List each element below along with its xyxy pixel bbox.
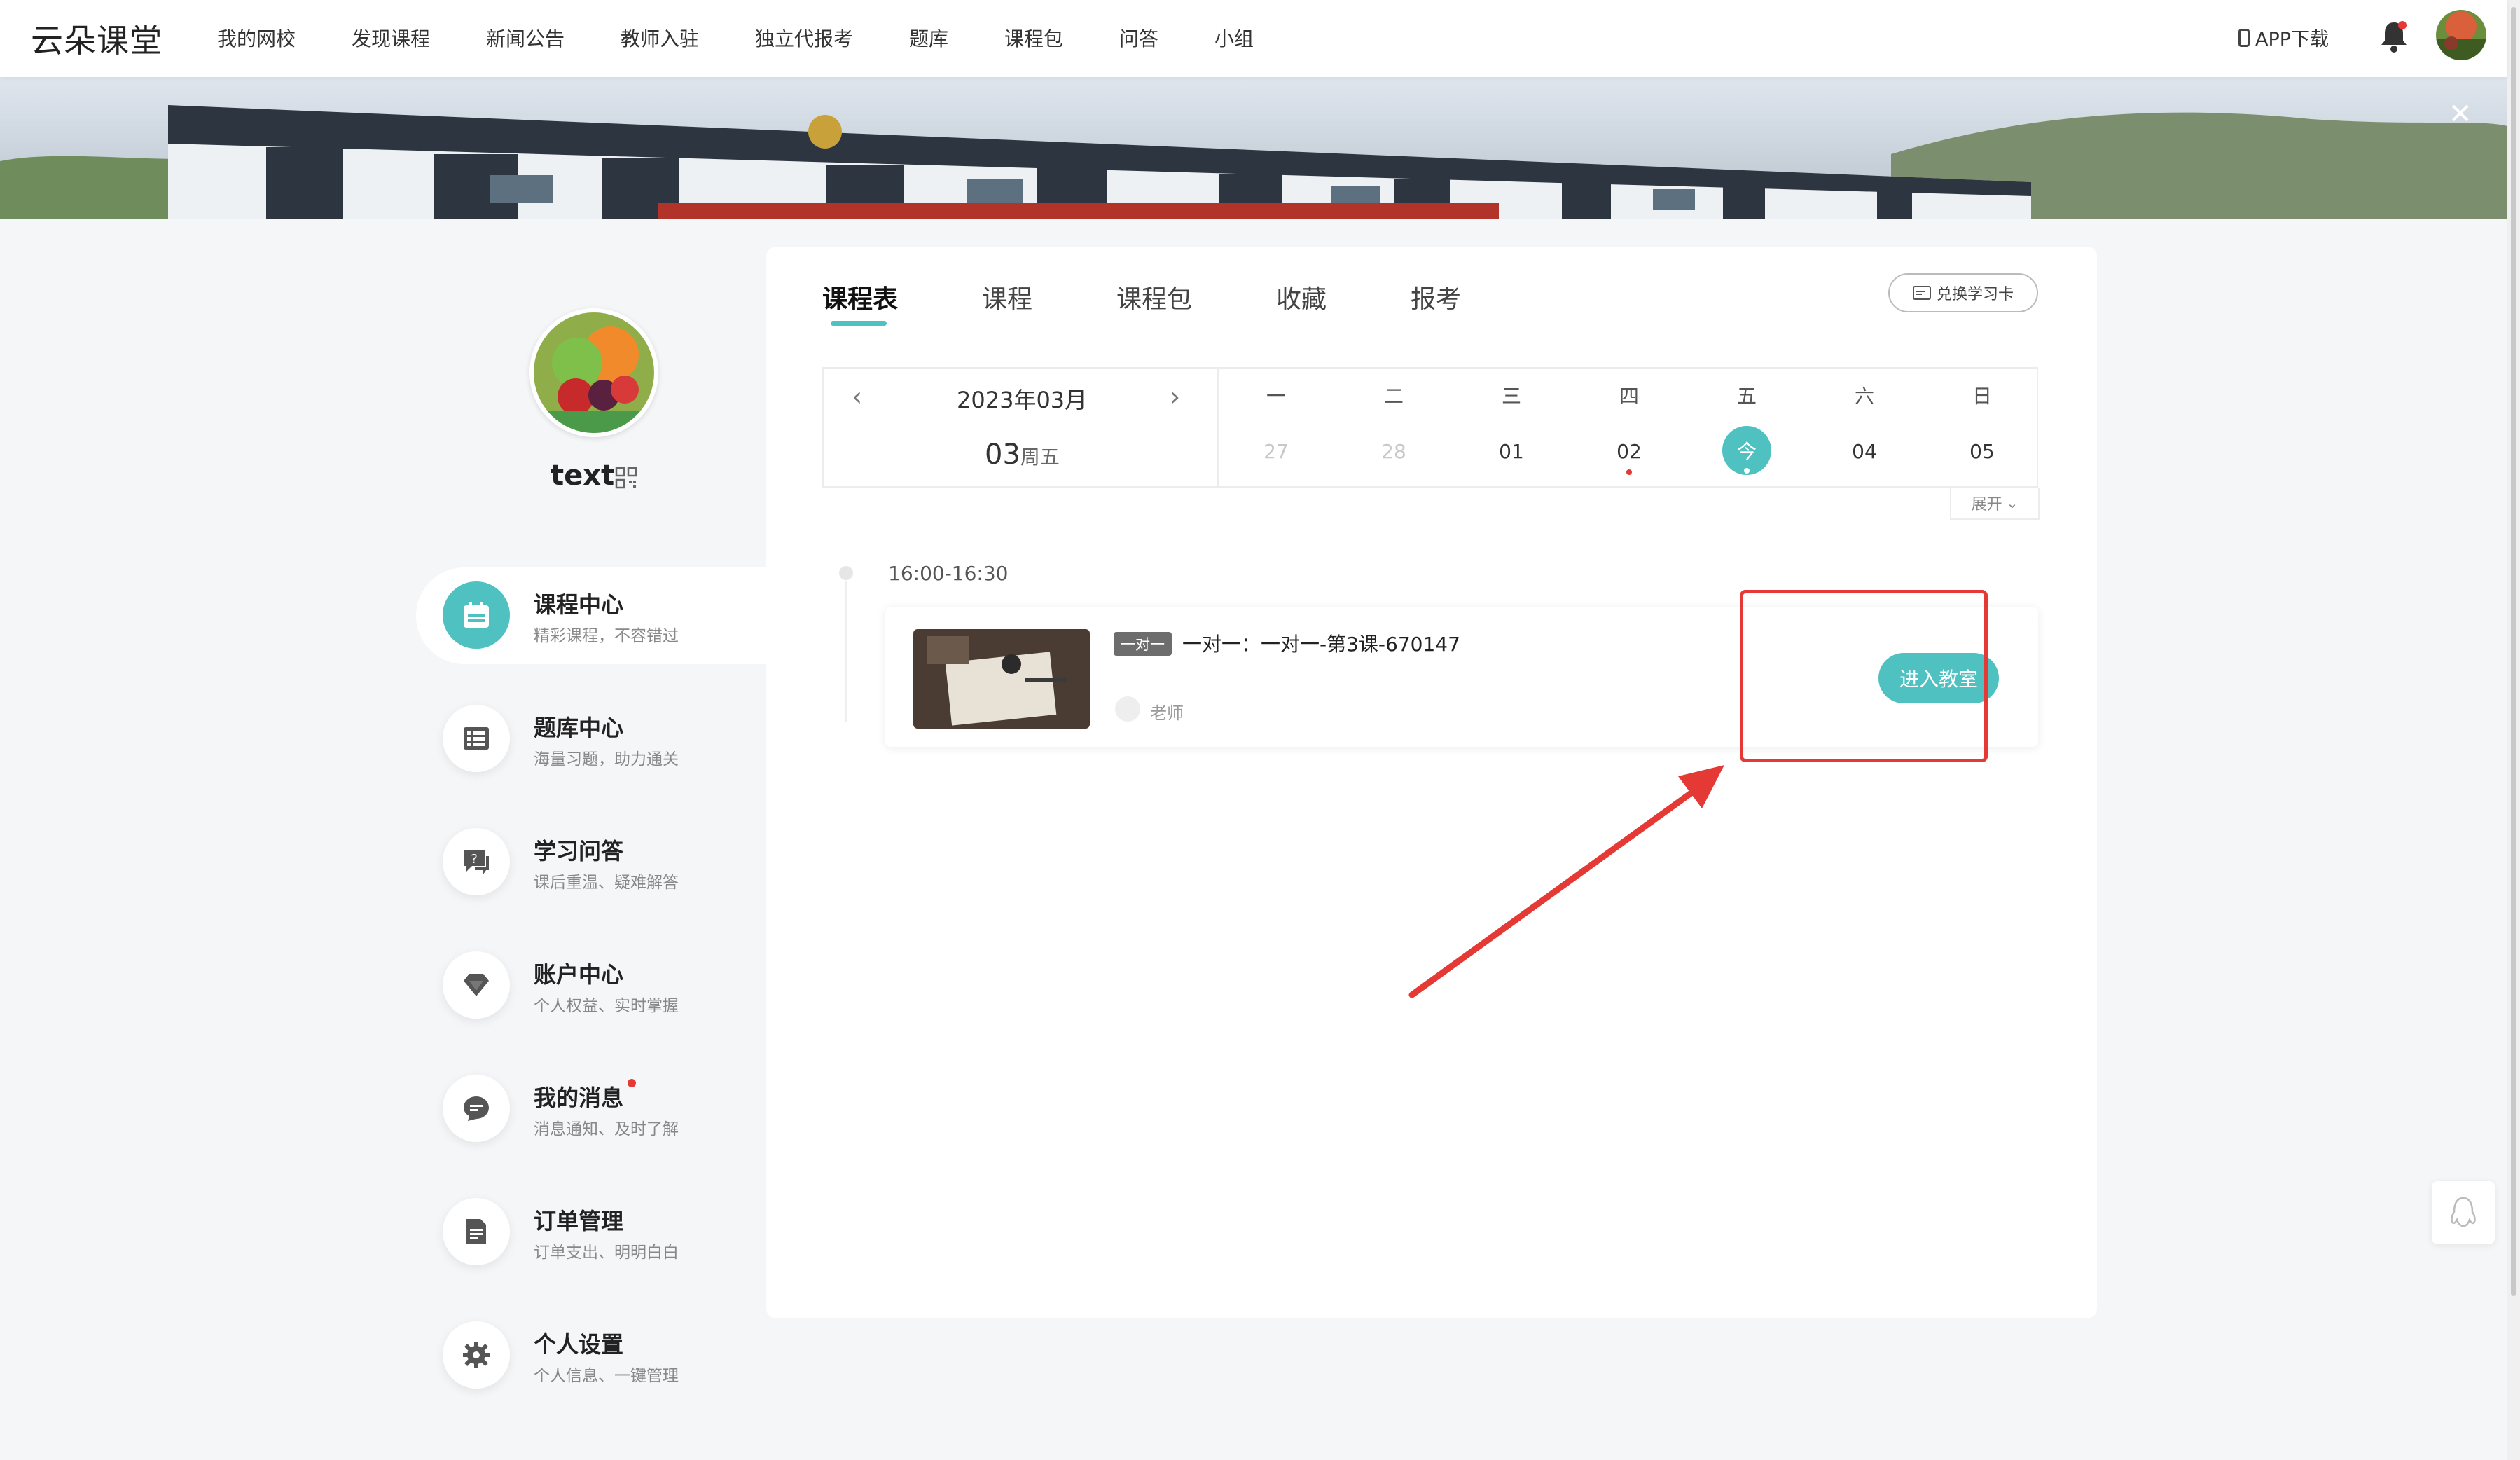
document-icon [443, 1198, 510, 1265]
diamond-icon [443, 951, 510, 1019]
top-nav: 云朵课堂 我的网校 发现课程 新闻公告 教师入驻 独立代报考 题库 课程包 问答… [0, 0, 2507, 77]
qr-code-icon[interactable] [615, 467, 637, 489]
sidebar-item-subtitle: 个人权益、实时掌握 [534, 997, 679, 1015]
calendar-date[interactable]: 27 [1241, 440, 1311, 463]
calendar-month-panel: ‹ 2023年03月 › 03周五 [824, 369, 1219, 486]
sidebar-item-subtitle: 消息通知、及时了解 [534, 1120, 679, 1138]
sidebar-item-personal-settings[interactable]: 个人设置 个人信息、一键管理 [416, 1307, 766, 1404]
expand-label: 展开 [1971, 496, 2002, 514]
user-avatar[interactable] [2436, 10, 2486, 60]
nav-link-discover-courses[interactable]: 发现课程 [352, 24, 430, 52]
active-tab-indicator [831, 321, 887, 326]
teacher-name: 老师 [1150, 703, 1184, 723]
tab-schedule[interactable]: 课程表 [822, 279, 898, 315]
main-panel: 课程表 课程 课程包 收藏 报考 兑换学习卡 ‹ 2023年03月 › 03周五… [766, 247, 2097, 1318]
lesson-title: 一对一：一对一-第3课-670147 [1182, 633, 1460, 656]
list-icon [443, 705, 510, 772]
weekday-label: 六 [1854, 385, 1874, 408]
sidebar-item-learning-qa[interactable]: ? 学习问答 课后重温、疑难解答 [416, 814, 766, 911]
weekday-label: 三 [1501, 385, 1521, 408]
tab-course-packages[interactable]: 课程包 [1116, 279, 1192, 315]
chevron-left-icon[interactable]: ‹ [852, 381, 862, 412]
profile-name: text [551, 460, 615, 492]
calendar-date[interactable]: 28 [1359, 440, 1429, 463]
teacher-avatar [1115, 696, 1140, 722]
sidebar-item-subtitle: 课后重温、疑难解答 [534, 874, 679, 892]
sidebar-item-course-center[interactable]: 课程中心 精彩课程，不容错过 [416, 567, 766, 664]
nav-link-my-school[interactable]: 我的网校 [217, 24, 296, 52]
calendar-date[interactable]: 02 [1594, 440, 1664, 463]
timeline-line [845, 581, 847, 722]
sidebar-item-title: 个人设置 [534, 1331, 624, 1358]
sidebar-item-subtitle: 精彩课程，不容错过 [534, 627, 679, 645]
redeem-card-button[interactable]: 兑换学习卡 [1888, 273, 2038, 312]
penguin-icon [2451, 1197, 2476, 1227]
nav-link-news[interactable]: 新闻公告 [486, 24, 565, 52]
lesson-time: 16:00-16:30 [888, 562, 1009, 585]
selected-date: 03周五 [985, 439, 1060, 471]
unread-dot [628, 1079, 636, 1087]
calendar-date[interactable]: 01 [1476, 440, 1546, 463]
nav-link-course-package[interactable]: 课程包 [1004, 24, 1063, 52]
lesson-type-badge: 一对一 [1114, 632, 1172, 656]
event-dot [1626, 469, 1632, 475]
expand-calendar-button[interactable]: 展开 ⌄ [1950, 488, 2040, 520]
chevron-right-icon[interactable]: › [1170, 381, 1180, 412]
sidebar-item-title: 课程中心 [534, 591, 624, 618]
app-download-link[interactable]: APP下载 [2238, 24, 2329, 51]
tab-favorites[interactable]: 收藏 [1276, 279, 1327, 315]
weekday-label: 五 [1736, 385, 1757, 408]
chevron-down-icon: ⌄ [2006, 495, 2019, 511]
calendar-icon [443, 581, 510, 649]
nav-link-groups[interactable]: 小组 [1214, 24, 1254, 52]
calendar-date[interactable]: 05 [1947, 440, 2017, 463]
profile-avatar[interactable] [529, 308, 658, 437]
redeem-card-label: 兑换学习卡 [1936, 286, 2014, 303]
message-icon [443, 1075, 510, 1142]
scrollbar-thumb[interactable] [2511, 7, 2516, 1296]
tab-courses[interactable]: 课程 [982, 279, 1032, 315]
nav-link-teacher-join[interactable]: 教师入驻 [621, 24, 699, 52]
gear-icon [443, 1321, 510, 1389]
timeline-dot [839, 566, 853, 580]
sidebar-item-subtitle: 个人信息、一键管理 [534, 1367, 679, 1385]
nav-link-qa[interactable]: 问答 [1119, 24, 1158, 52]
annotation-highlight-box [1740, 590, 1988, 762]
sidebar-item-account-center[interactable]: 账户中心 个人权益、实时掌握 [416, 937, 766, 1034]
bell-icon[interactable] [2379, 18, 2409, 55]
weekday-label: 一 [1266, 385, 1286, 408]
phone-icon [2238, 28, 2250, 47]
sidebar-item-subtitle: 订单支出、明明白白 [534, 1244, 679, 1262]
sidebar-item-title: 我的消息 [534, 1084, 624, 1111]
weekday-label: 二 [1383, 385, 1404, 408]
sidebar-item-title: 账户中心 [534, 961, 624, 988]
sidebar-item-title: 学习问答 [534, 838, 624, 865]
app-download-label: APP下载 [2255, 29, 2329, 50]
sidebar-item-title: 题库中心 [534, 715, 624, 741]
question-chat-icon: ? [443, 828, 510, 895]
lesson-thumbnail [913, 629, 1090, 729]
sidebar-item-subtitle: 海量习题，助力通关 [534, 750, 679, 769]
site-logo[interactable]: 云朵课堂 [31, 15, 162, 62]
today-event-dot [1744, 468, 1750, 474]
sidebar-item-my-messages[interactable]: 我的消息 消息通知、及时了解 [416, 1061, 766, 1157]
campus-banner [0, 77, 2507, 219]
card-icon [1912, 286, 1931, 300]
support-float-button[interactable] [2432, 1181, 2495, 1244]
sidebar-item-question-bank[interactable]: 题库中心 海量习题，助力通关 [416, 691, 766, 787]
svg-text:?: ? [471, 852, 478, 867]
week-calendar: ‹ 2023年03月 › 03周五 一 二 三 四 五 六 日 27 28 01… [822, 367, 2038, 488]
nav-link-exam-registration[interactable]: 独立代报考 [755, 24, 853, 52]
banner-close-icon[interactable]: ✕ [2449, 98, 2472, 130]
weekday-label: 四 [1619, 385, 1639, 408]
calendar-month: 2023年03月 [957, 387, 1088, 413]
sidebar-item-title: 订单管理 [534, 1208, 624, 1234]
weekday-label: 日 [1972, 385, 1992, 408]
calendar-date[interactable]: 04 [1829, 440, 1899, 463]
sidebar-item-order-management[interactable]: 订单管理 订单支出、明明白白 [416, 1184, 766, 1281]
tab-exam-registration[interactable]: 报考 [1411, 279, 1461, 315]
nav-link-question-bank[interactable]: 题库 [909, 24, 948, 52]
